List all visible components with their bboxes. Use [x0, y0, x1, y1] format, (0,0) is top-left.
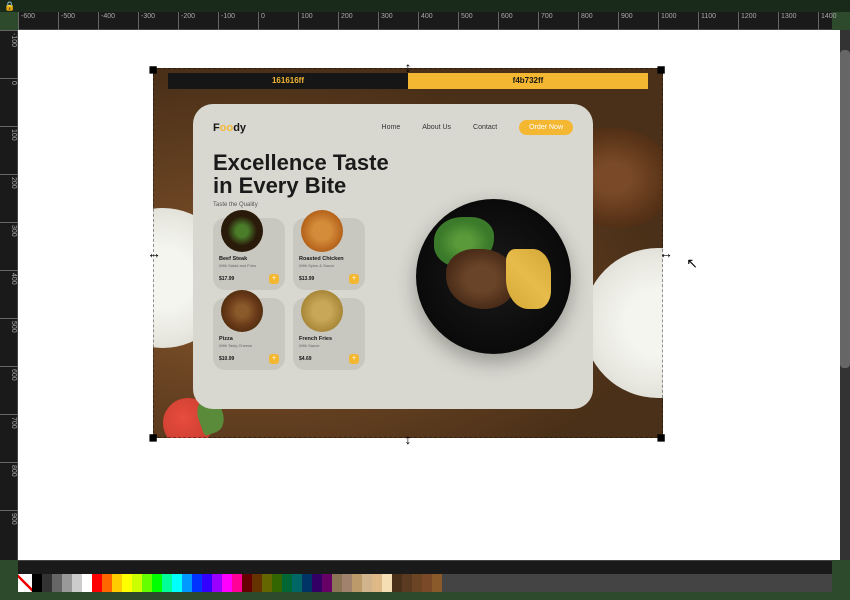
swatch[interactable]: [222, 574, 232, 592]
swatch[interactable]: [62, 574, 72, 592]
swatch[interactable]: [52, 574, 62, 592]
swatch-dark: 161616ff: [168, 73, 408, 89]
swatch[interactable]: [242, 574, 252, 592]
artwork-group[interactable]: 161616ff f4b732ff Foody Home About Us Co…: [153, 68, 663, 438]
swatch[interactable]: [312, 574, 322, 592]
add-button[interactable]: +: [269, 354, 279, 364]
swatch[interactable]: [162, 574, 172, 592]
swatch[interactable]: [342, 574, 352, 592]
color-palette[interactable]: [18, 574, 832, 592]
lock-icon[interactable]: 🔒: [4, 1, 14, 11]
swatch[interactable]: [352, 574, 362, 592]
swatch[interactable]: [392, 574, 402, 592]
hero-title: Excellence Taste in Every Bite: [213, 151, 573, 197]
swatch[interactable]: [422, 574, 432, 592]
swatch[interactable]: [302, 574, 312, 592]
canvas[interactable]: 161616ff f4b732ff Foody Home About Us Co…: [18, 30, 850, 560]
swatch[interactable]: [212, 574, 222, 592]
swatch[interactable]: [322, 574, 332, 592]
swatch[interactable]: [412, 574, 422, 592]
swatch[interactable]: [82, 574, 92, 592]
plate-right: [583, 248, 663, 398]
add-button[interactable]: +: [349, 274, 359, 284]
menu-item-fries[interactable]: French Fries With Sauce $4.69+: [293, 298, 365, 370]
swatch[interactable]: [182, 574, 192, 592]
ruler-bottom: [18, 560, 832, 574]
logo: Foody: [213, 122, 360, 134]
swatch[interactable]: [282, 574, 292, 592]
swatch[interactable]: [102, 574, 112, 592]
swatch-none[interactable]: [18, 574, 32, 592]
swatch[interactable]: [72, 574, 82, 592]
nav-home[interactable]: Home: [382, 124, 401, 131]
swatch[interactable]: [122, 574, 132, 592]
swatch[interactable]: [262, 574, 272, 592]
swatch[interactable]: [202, 574, 212, 592]
cursor-icon: ↖: [686, 255, 698, 272]
swatch[interactable]: [372, 574, 382, 592]
swatch[interactable]: [362, 574, 372, 592]
add-button[interactable]: +: [349, 354, 359, 364]
swatch[interactable]: [32, 574, 42, 592]
card-header: Foody Home About Us Contact Order Now: [213, 120, 573, 135]
hero-dish-plate: [416, 199, 571, 354]
menu-image-fries: [301, 290, 343, 332]
swatch[interactable]: [232, 574, 242, 592]
swatch[interactable]: [402, 574, 412, 592]
swatch[interactable]: [112, 574, 122, 592]
swatch[interactable]: [132, 574, 142, 592]
swatch[interactable]: [92, 574, 102, 592]
menu-item-pizza[interactable]: Pizza With Tasty Cheese $10.99+: [213, 298, 285, 370]
swatch[interactable]: [42, 574, 52, 592]
swatch[interactable]: [382, 574, 392, 592]
swatch[interactable]: [142, 574, 152, 592]
menu-item-chicken[interactable]: Roasted Chicken With Spice & Sauce $13.9…: [293, 218, 365, 290]
menu-image-steak: [221, 210, 263, 252]
titlebar: 🔒: [0, 0, 850, 12]
swatch[interactable]: [332, 574, 342, 592]
nav-about[interactable]: About Us: [422, 124, 451, 131]
swatch[interactable]: [152, 574, 162, 592]
inkscape-window: 🔒 -600-500-400-300-200-10001002003004005…: [0, 0, 850, 600]
swatch[interactable]: [432, 574, 442, 592]
nav-contact[interactable]: Contact: [473, 124, 497, 131]
menu-item-steak[interactable]: Beef Steak With Salad and Fries $17.99+: [213, 218, 285, 290]
hero-card: Foody Home About Us Contact Order Now Ex…: [193, 104, 593, 409]
ruler-vertical[interactable]: -1000100200300400500600700800900: [0, 30, 18, 560]
color-swatch-bar: 161616ff f4b732ff: [168, 73, 648, 89]
order-now-button[interactable]: Order Now: [519, 120, 573, 135]
main-area: -1000100200300400500600700800900 161616f…: [0, 30, 850, 560]
scrollbar-vertical[interactable]: [840, 30, 850, 560]
swatch[interactable]: [192, 574, 202, 592]
ruler-horizontal[interactable]: -600-500-400-300-200-1000100200300400500…: [18, 12, 832, 30]
swatch[interactable]: [292, 574, 302, 592]
swatch-yellow: f4b732ff: [408, 73, 648, 89]
menu-image-pizza: [221, 290, 263, 332]
swatch[interactable]: [252, 574, 262, 592]
add-button[interactable]: +: [269, 274, 279, 284]
menu-image-chicken: [301, 210, 343, 252]
swatch[interactable]: [172, 574, 182, 592]
swatch[interactable]: [272, 574, 282, 592]
scrollbar-thumb[interactable]: [840, 50, 850, 368]
dish-fries: [506, 249, 551, 309]
